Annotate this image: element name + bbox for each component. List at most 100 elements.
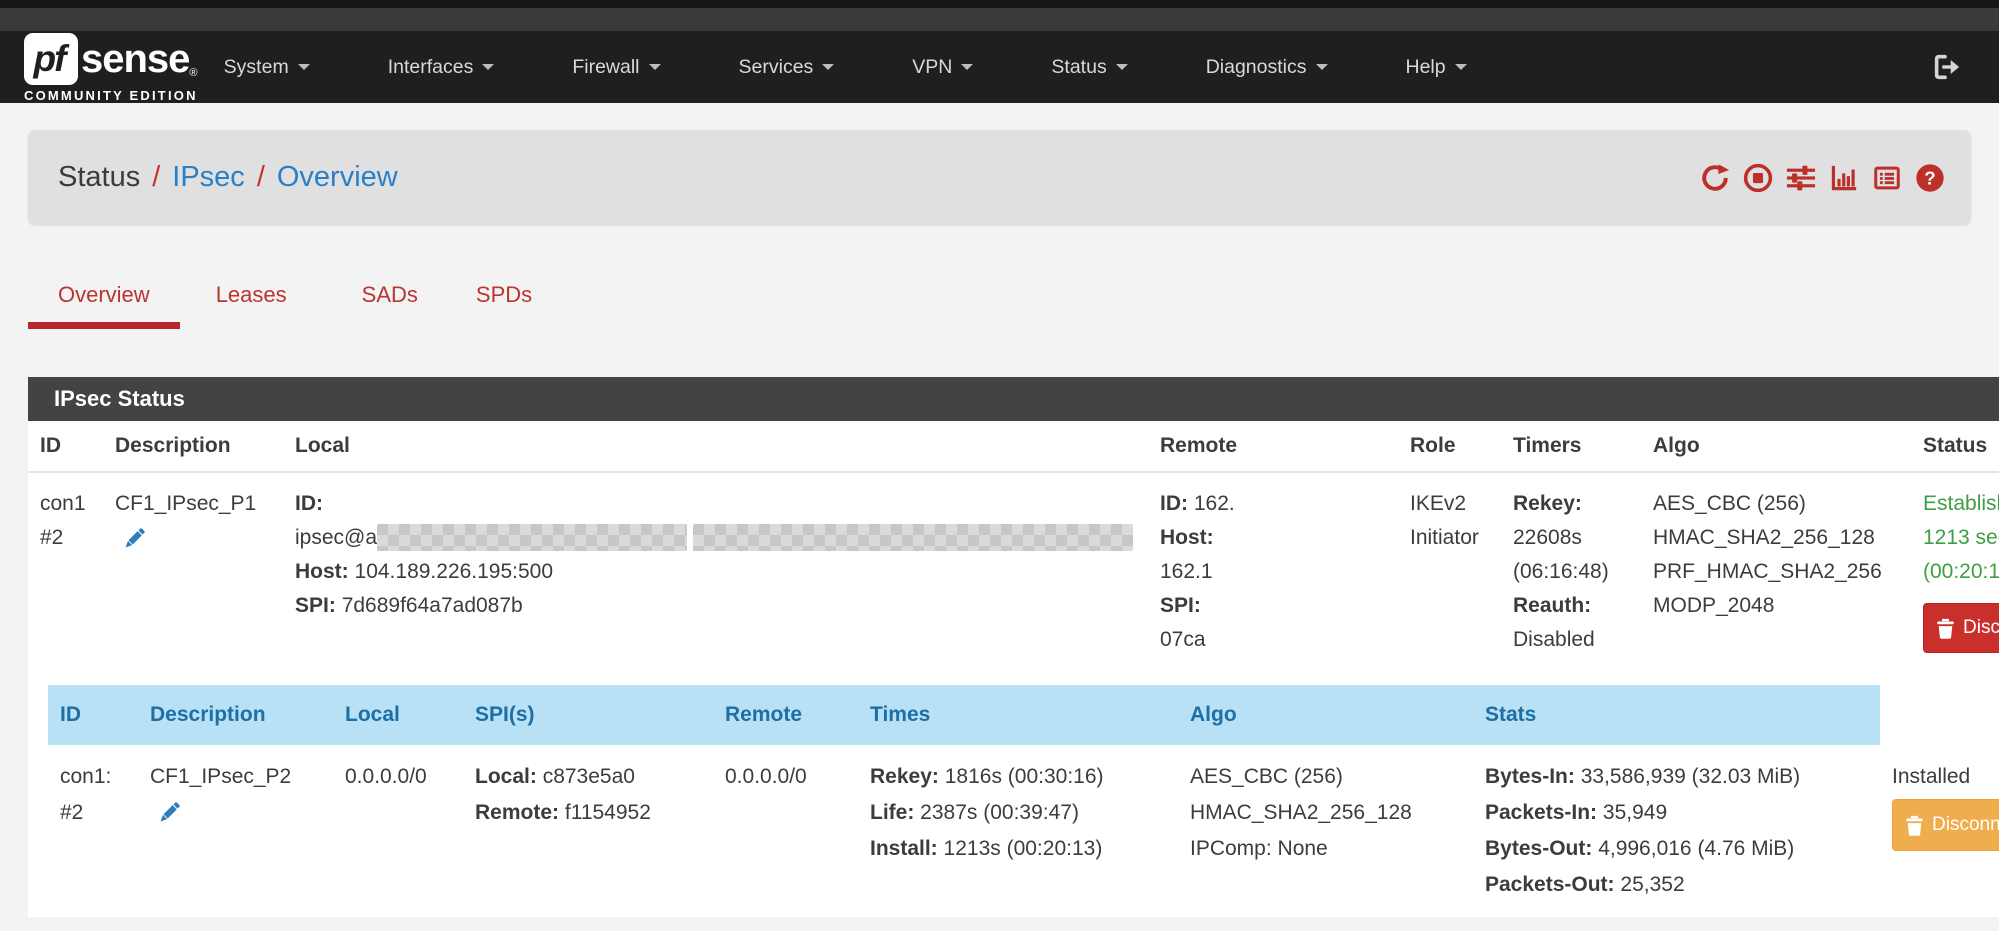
redacted-value (1206, 627, 1356, 652)
breadcrumb-section: Status (58, 161, 140, 194)
nav-item-label: Help (1406, 56, 1446, 78)
col-header-state (1880, 685, 1999, 745)
tab-leases[interactable]: Leases (216, 282, 287, 329)
breadcrumb-separator: / (152, 161, 160, 194)
panel-title: IPsec Status (28, 377, 1999, 421)
ike-sa-row: con1 #2 CF1_IPsec_P1 (28, 472, 1999, 671)
disconnect-button[interactable]: Disconnect (1923, 603, 1999, 653)
bytes-out-value: 4,996,016 (4.76 MiB) (1598, 837, 1794, 860)
rekey-time: (06:16:48) (1513, 555, 1629, 589)
help-icon[interactable]: ? (1915, 163, 1945, 193)
logo-registered-mark: ® (189, 67, 197, 79)
trash-icon (1905, 815, 1924, 836)
col-header-local: Local (283, 421, 1148, 472)
ike-description: CF1_IPsec_P1 (115, 487, 271, 521)
nav-item-label: Interfaces (388, 56, 474, 78)
trash-icon (1936, 618, 1955, 639)
child-description: CF1_IPsec_P2 (150, 759, 321, 795)
child-id: con1: (60, 759, 126, 795)
pfsense-logo-box: pf (24, 33, 78, 85)
remote-spi-label: SPI: (1160, 594, 1201, 617)
cell-status: Established 1213 seconds (00:20:13) Disc… (1911, 472, 1999, 671)
cell-description: CF1_IPsec_P1 (103, 472, 283, 671)
disconnect-button-label: Disconnect (1963, 611, 1999, 645)
child-sa-container: ID Description Local SPI(s) Remote Times… (28, 671, 1999, 917)
nav-item-interfaces[interactable]: Interfaces (388, 56, 495, 79)
bar-chart-icon[interactable] (1829, 163, 1859, 193)
child-sa-row: con1: #2 CF1_IPsec_P2 (48, 745, 1999, 917)
cell-local: ID: ipsec@a Host: 104.189.226.195:500 SP… (283, 472, 1148, 671)
algo-integrity: HMAC_SHA2_256_128 (1190, 795, 1461, 831)
pencil-icon[interactable] (121, 525, 148, 552)
nav-item-label: Firewall (572, 56, 639, 78)
col-header-times: Times (858, 685, 1178, 745)
tab-spds[interactable]: SPDs (476, 282, 532, 329)
rekey-label: Rekey: (870, 765, 939, 788)
nav-item-status[interactable]: Status (1051, 56, 1127, 79)
ike-id-number: #2 (40, 521, 91, 555)
chevron-down-icon (482, 64, 494, 70)
tab-sads[interactable]: SADs (362, 282, 418, 329)
packets-out-value: 25,352 (1620, 873, 1684, 896)
col-header-algo: Algo (1178, 685, 1473, 745)
reauth-value: Disabled (1513, 623, 1629, 657)
nav-item-diagnostics[interactable]: Diagnostics (1206, 56, 1328, 79)
algo-ipcomp: IPComp: None (1190, 831, 1461, 867)
redacted-value (693, 524, 1133, 551)
breadcrumb-link-ipsec[interactable]: IPsec (172, 161, 245, 194)
col-header-description: Description (103, 421, 283, 472)
window-chrome-strip-2 (0, 8, 1999, 31)
breadcrumb-link-overview[interactable]: Overview (277, 161, 398, 194)
role-value: Initiator (1410, 521, 1489, 555)
child-sa-table: ID Description Local SPI(s) Remote Times… (48, 685, 1999, 917)
refresh-icon[interactable] (1700, 163, 1730, 193)
chevron-down-icon (1116, 64, 1128, 70)
ike-table-header-row: ID Description Local Remote Role Timers … (28, 421, 1999, 472)
cell-algo: AES_CBC (256) HMAC_SHA2_256_128 IPComp: … (1178, 745, 1473, 917)
algo-dh-group: MODP_2048 (1653, 589, 1899, 623)
pfsense-logo[interactable]: pf sense ® COMMUNITY EDITION (24, 33, 198, 103)
disconnect-button[interactable]: Disconnect (1892, 799, 1999, 851)
nav-item-firewall[interactable]: Firewall (572, 56, 660, 79)
window-chrome-strip (0, 0, 1999, 8)
cell-timers: Rekey: 22608s (06:16:48) Reauth: Disable… (1501, 472, 1641, 671)
cell-state: Installed Disconnect (1880, 745, 1999, 917)
cell-stats: Bytes-In: 33,586,939 (32.03 MiB) Packets… (1473, 745, 1880, 917)
nav-item-label: Diagnostics (1206, 56, 1307, 78)
sliders-icon[interactable] (1786, 163, 1816, 193)
col-header-algo: Algo (1641, 421, 1911, 472)
list-icon[interactable] (1872, 163, 1902, 193)
child-state: Installed (1892, 759, 1999, 795)
stop-icon[interactable] (1743, 163, 1773, 193)
cell-remote-subnet: 0.0.0.0/0 (713, 745, 858, 917)
algo-integrity: HMAC_SHA2_256_128 (1653, 521, 1899, 555)
bytes-in-value: 33,586,939 (32.03 MiB) (1581, 765, 1800, 788)
disconnect-button-label: Disconnect (1932, 807, 1999, 843)
sign-out-icon[interactable] (1931, 52, 1961, 82)
col-header-remote: Remote (1148, 421, 1398, 472)
chevron-down-icon (1316, 64, 1328, 70)
pencil-icon[interactable] (156, 799, 183, 826)
nav-item-system[interactable]: System (224, 56, 310, 79)
child-sa-container-row: ID Description Local SPI(s) Remote Times… (28, 671, 1999, 917)
chevron-down-icon (1455, 64, 1467, 70)
nav-item-vpn[interactable]: VPN (912, 56, 973, 79)
tab-overview[interactable]: Overview (28, 282, 180, 329)
life-label: Life: (870, 801, 914, 824)
nav-item-help[interactable]: Help (1406, 56, 1467, 79)
cell-description: CF1_IPsec_P2 (138, 745, 333, 917)
remote-id-value: 162. (1194, 492, 1235, 515)
local-id-value: ipsec@a (295, 526, 377, 549)
status-state: Established (1923, 487, 1999, 521)
col-header-id: ID (28, 421, 103, 472)
nav-item-services[interactable]: Services (739, 56, 835, 79)
bytes-out-label: Bytes-Out: (1485, 837, 1592, 860)
remote-host-value: 162.1 (1160, 560, 1213, 583)
cell-remote: ID: 162. Host: 162.1 SPI: 07ca (1148, 472, 1398, 671)
bytes-in-label: Bytes-In: (1485, 765, 1575, 788)
page-header-bar: Status / IPsec / Overview (28, 130, 1971, 225)
col-header-role: Role (1398, 421, 1501, 472)
cell-id: con1 #2 (28, 472, 103, 671)
spi-remote-label: Remote: (475, 801, 559, 824)
algo-encryption: AES_CBC (256) (1190, 759, 1461, 795)
